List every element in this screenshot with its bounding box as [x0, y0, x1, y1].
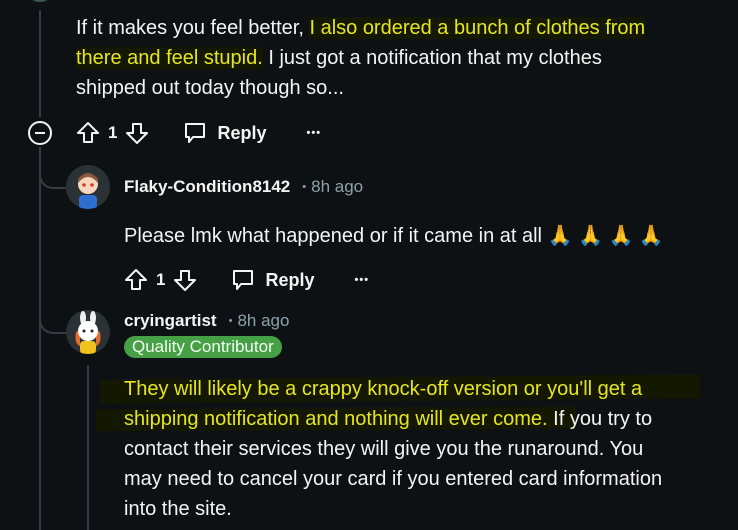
- avatar-partial: [30, 0, 50, 2]
- user-avatar-icon: [66, 165, 110, 209]
- upvote-button[interactable]: [124, 268, 148, 292]
- highlighted-text: there and feel stupid.: [76, 47, 263, 69]
- collapse-minus-icon: [28, 121, 52, 145]
- reply-button[interactable]: Reply: [183, 121, 267, 145]
- vote-count: 1: [108, 123, 118, 142]
- upvote-arrow-icon: [77, 122, 99, 143]
- highlighted-text: They will likely be a crappy knock-off v…: [124, 378, 643, 400]
- downvote-arrow-icon: [174, 270, 197, 291]
- user-avatar-icon: [66, 310, 110, 354]
- comment-actions: 1 Reply •••: [124, 265, 369, 295]
- highlighted-text: shipping notification and nothing will e…: [124, 408, 548, 430]
- more-options-button[interactable]: •••: [355, 274, 370, 286]
- comment-header: cryingartist • 8h ago: [124, 310, 289, 332]
- upvote-button[interactable]: [76, 121, 100, 145]
- user-flair: Quality Contributor: [124, 336, 282, 358]
- quality-contributor-badge: Quality Contributor: [124, 336, 282, 358]
- avatar[interactable]: [66, 310, 110, 354]
- meta-separator: •: [228, 315, 233, 327]
- timestamp[interactable]: 8h ago: [237, 311, 289, 331]
- more-options-button[interactable]: •••: [307, 127, 322, 139]
- comment-bubble-icon: [233, 270, 254, 290]
- upvote-arrow-icon: [125, 269, 147, 290]
- reply-button[interactable]: Reply: [231, 268, 315, 292]
- highlighted-text: I also ordered a bunch of clothes from: [309, 17, 646, 39]
- thread-connector: [39, 147, 67, 189]
- collapse-thread-button[interactable]: [27, 120, 53, 146]
- thread-connector: [39, 290, 67, 334]
- downvote-button[interactable]: [173, 268, 197, 292]
- username-link[interactable]: cryingartist: [124, 311, 217, 331]
- downvote-button[interactable]: [125, 121, 149, 145]
- comment-bubble-icon: [185, 123, 206, 143]
- meta-separator: •: [302, 181, 307, 193]
- username-link[interactable]: Flaky-Condition8142: [124, 177, 290, 197]
- thread-line-main[interactable]: [39, 10, 41, 117]
- comment-header: Flaky-Condition8142 • 8h ago: [124, 176, 363, 198]
- thread-line-reply[interactable]: [87, 365, 89, 530]
- timestamp[interactable]: 8h ago: [311, 177, 363, 197]
- thread-line-main-lower[interactable]: [39, 147, 41, 530]
- comment-body: Please lmk what happened or if it came i…: [124, 225, 664, 247]
- vote-count: 1: [156, 270, 166, 289]
- comment-actions: 1 Reply •••: [76, 118, 321, 148]
- avatar[interactable]: [66, 165, 110, 209]
- comment-body: They will likely be a crappy knock-off v…: [124, 378, 663, 520]
- comment-body: If it makes you feel better, I also orde…: [76, 17, 646, 99]
- downvote-arrow-icon: [126, 123, 149, 144]
